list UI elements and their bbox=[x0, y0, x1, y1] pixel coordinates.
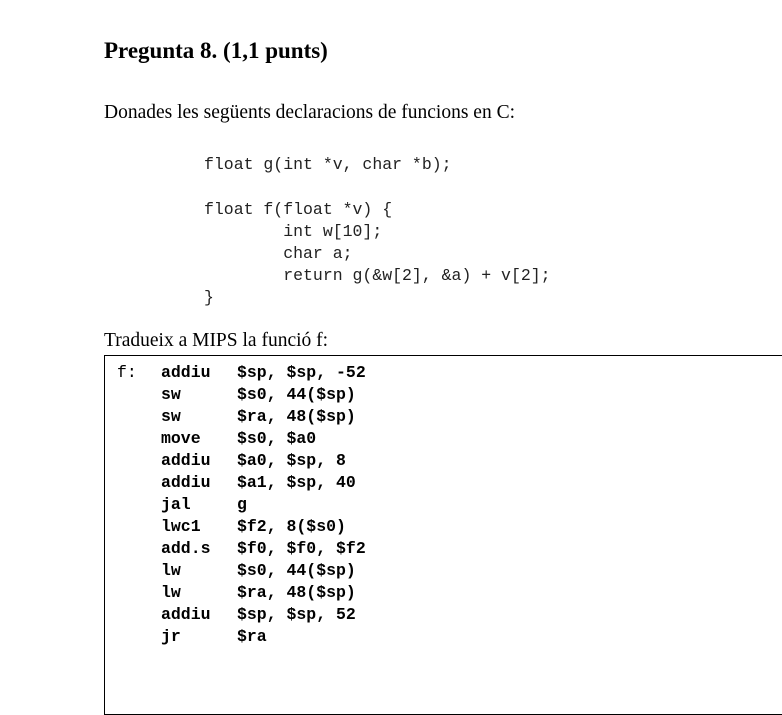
mips-opcode: lw bbox=[161, 583, 181, 602]
mips-instruction-row: addiu $sp, $sp, 52 bbox=[117, 604, 366, 626]
translate-prompt: Tradueix a MIPS la funció f: bbox=[104, 330, 329, 351]
mips-instruction-row: sw $s0, 44($sp) bbox=[117, 384, 366, 406]
c-code-line: float f(float *v) { bbox=[204, 200, 393, 219]
mips-instruction-row: move $s0, $a0 bbox=[117, 428, 366, 450]
mips-instruction-row: f: addiu $sp, $sp, -52 bbox=[117, 362, 366, 384]
c-code-line: } bbox=[204, 288, 214, 307]
mips-operands: $s0, $a0 bbox=[237, 429, 317, 448]
mips-code-block: f: addiu $sp, $sp, -52 sw $s0, 44($sp) sw $r… bbox=[117, 362, 366, 648]
c-code-line: int w[10]; bbox=[204, 222, 383, 241]
mips-operands: $ra, 48($sp) bbox=[237, 583, 356, 602]
mips-instruction-row: addiu $a0, $sp, 8 bbox=[117, 450, 366, 472]
mips-operands: $a1, $sp, 40 bbox=[237, 473, 356, 492]
mips-operands: $s0, 44($sp) bbox=[237, 561, 356, 580]
mips-operands: $a0, $sp, 8 bbox=[237, 451, 346, 470]
mips-opcode: move bbox=[161, 429, 201, 448]
mips-opcode: sw bbox=[161, 385, 181, 404]
mips-opcode: addiu bbox=[161, 363, 211, 382]
mips-opcode: jr bbox=[161, 627, 181, 646]
mips-opcode: add.s bbox=[161, 539, 211, 558]
answer-box: f: addiu $sp, $sp, -52 sw $s0, 44($sp) sw $r… bbox=[104, 355, 782, 715]
c-code-blank-line bbox=[204, 176, 551, 199]
mips-operands: $f0, $f0, $f2 bbox=[237, 539, 366, 558]
mips-instruction-row: jr $ra bbox=[117, 626, 366, 648]
mips-opcode: lwc1 bbox=[161, 517, 201, 536]
c-code-block: float g(int *v, char *b); float f(float … bbox=[204, 154, 551, 309]
mips-opcode: sw bbox=[161, 407, 181, 426]
mips-opcode: jal bbox=[161, 495, 191, 514]
mips-instruction-row: addiu $a1, $sp, 40 bbox=[117, 472, 366, 494]
question-title: Pregunta 8. (1,1 punts) bbox=[104, 38, 328, 63]
c-code-line: return g(&w[2], &a) + v[2]; bbox=[204, 266, 551, 285]
mips-operands: $ra, 48($sp) bbox=[237, 407, 356, 426]
c-code-line: float g(int *v, char *b); bbox=[204, 155, 452, 174]
mips-operands: g bbox=[237, 495, 247, 514]
c-code-line: char a; bbox=[204, 244, 353, 263]
mips-operands: $f2, 8($s0) bbox=[237, 517, 346, 536]
mips-operands: $sp, $sp, 52 bbox=[237, 605, 356, 624]
question-intro: Donades les següents declaracions de fun… bbox=[104, 102, 516, 123]
mips-operands: $s0, 44($sp) bbox=[237, 385, 356, 404]
mips-operands: $ra bbox=[237, 627, 267, 646]
mips-instruction-row: lw $s0, 44($sp) bbox=[117, 560, 366, 582]
mips-opcode: addiu bbox=[161, 605, 211, 624]
mips-label: f: bbox=[117, 363, 137, 382]
mips-opcode: lw bbox=[161, 561, 181, 580]
mips-instruction-row: lwc1 $f2, 8($s0) bbox=[117, 516, 366, 538]
mips-instruction-row: lw $ra, 48($sp) bbox=[117, 582, 366, 604]
mips-instruction-row: jal g bbox=[117, 494, 366, 516]
mips-opcode: addiu bbox=[161, 473, 211, 492]
mips-opcode: addiu bbox=[161, 451, 211, 470]
mips-instruction-row: add.s $f0, $f0, $f2 bbox=[117, 538, 366, 560]
mips-operands: $sp, $sp, -52 bbox=[237, 363, 366, 382]
mips-instruction-row: sw $ra, 48($sp) bbox=[117, 406, 366, 428]
